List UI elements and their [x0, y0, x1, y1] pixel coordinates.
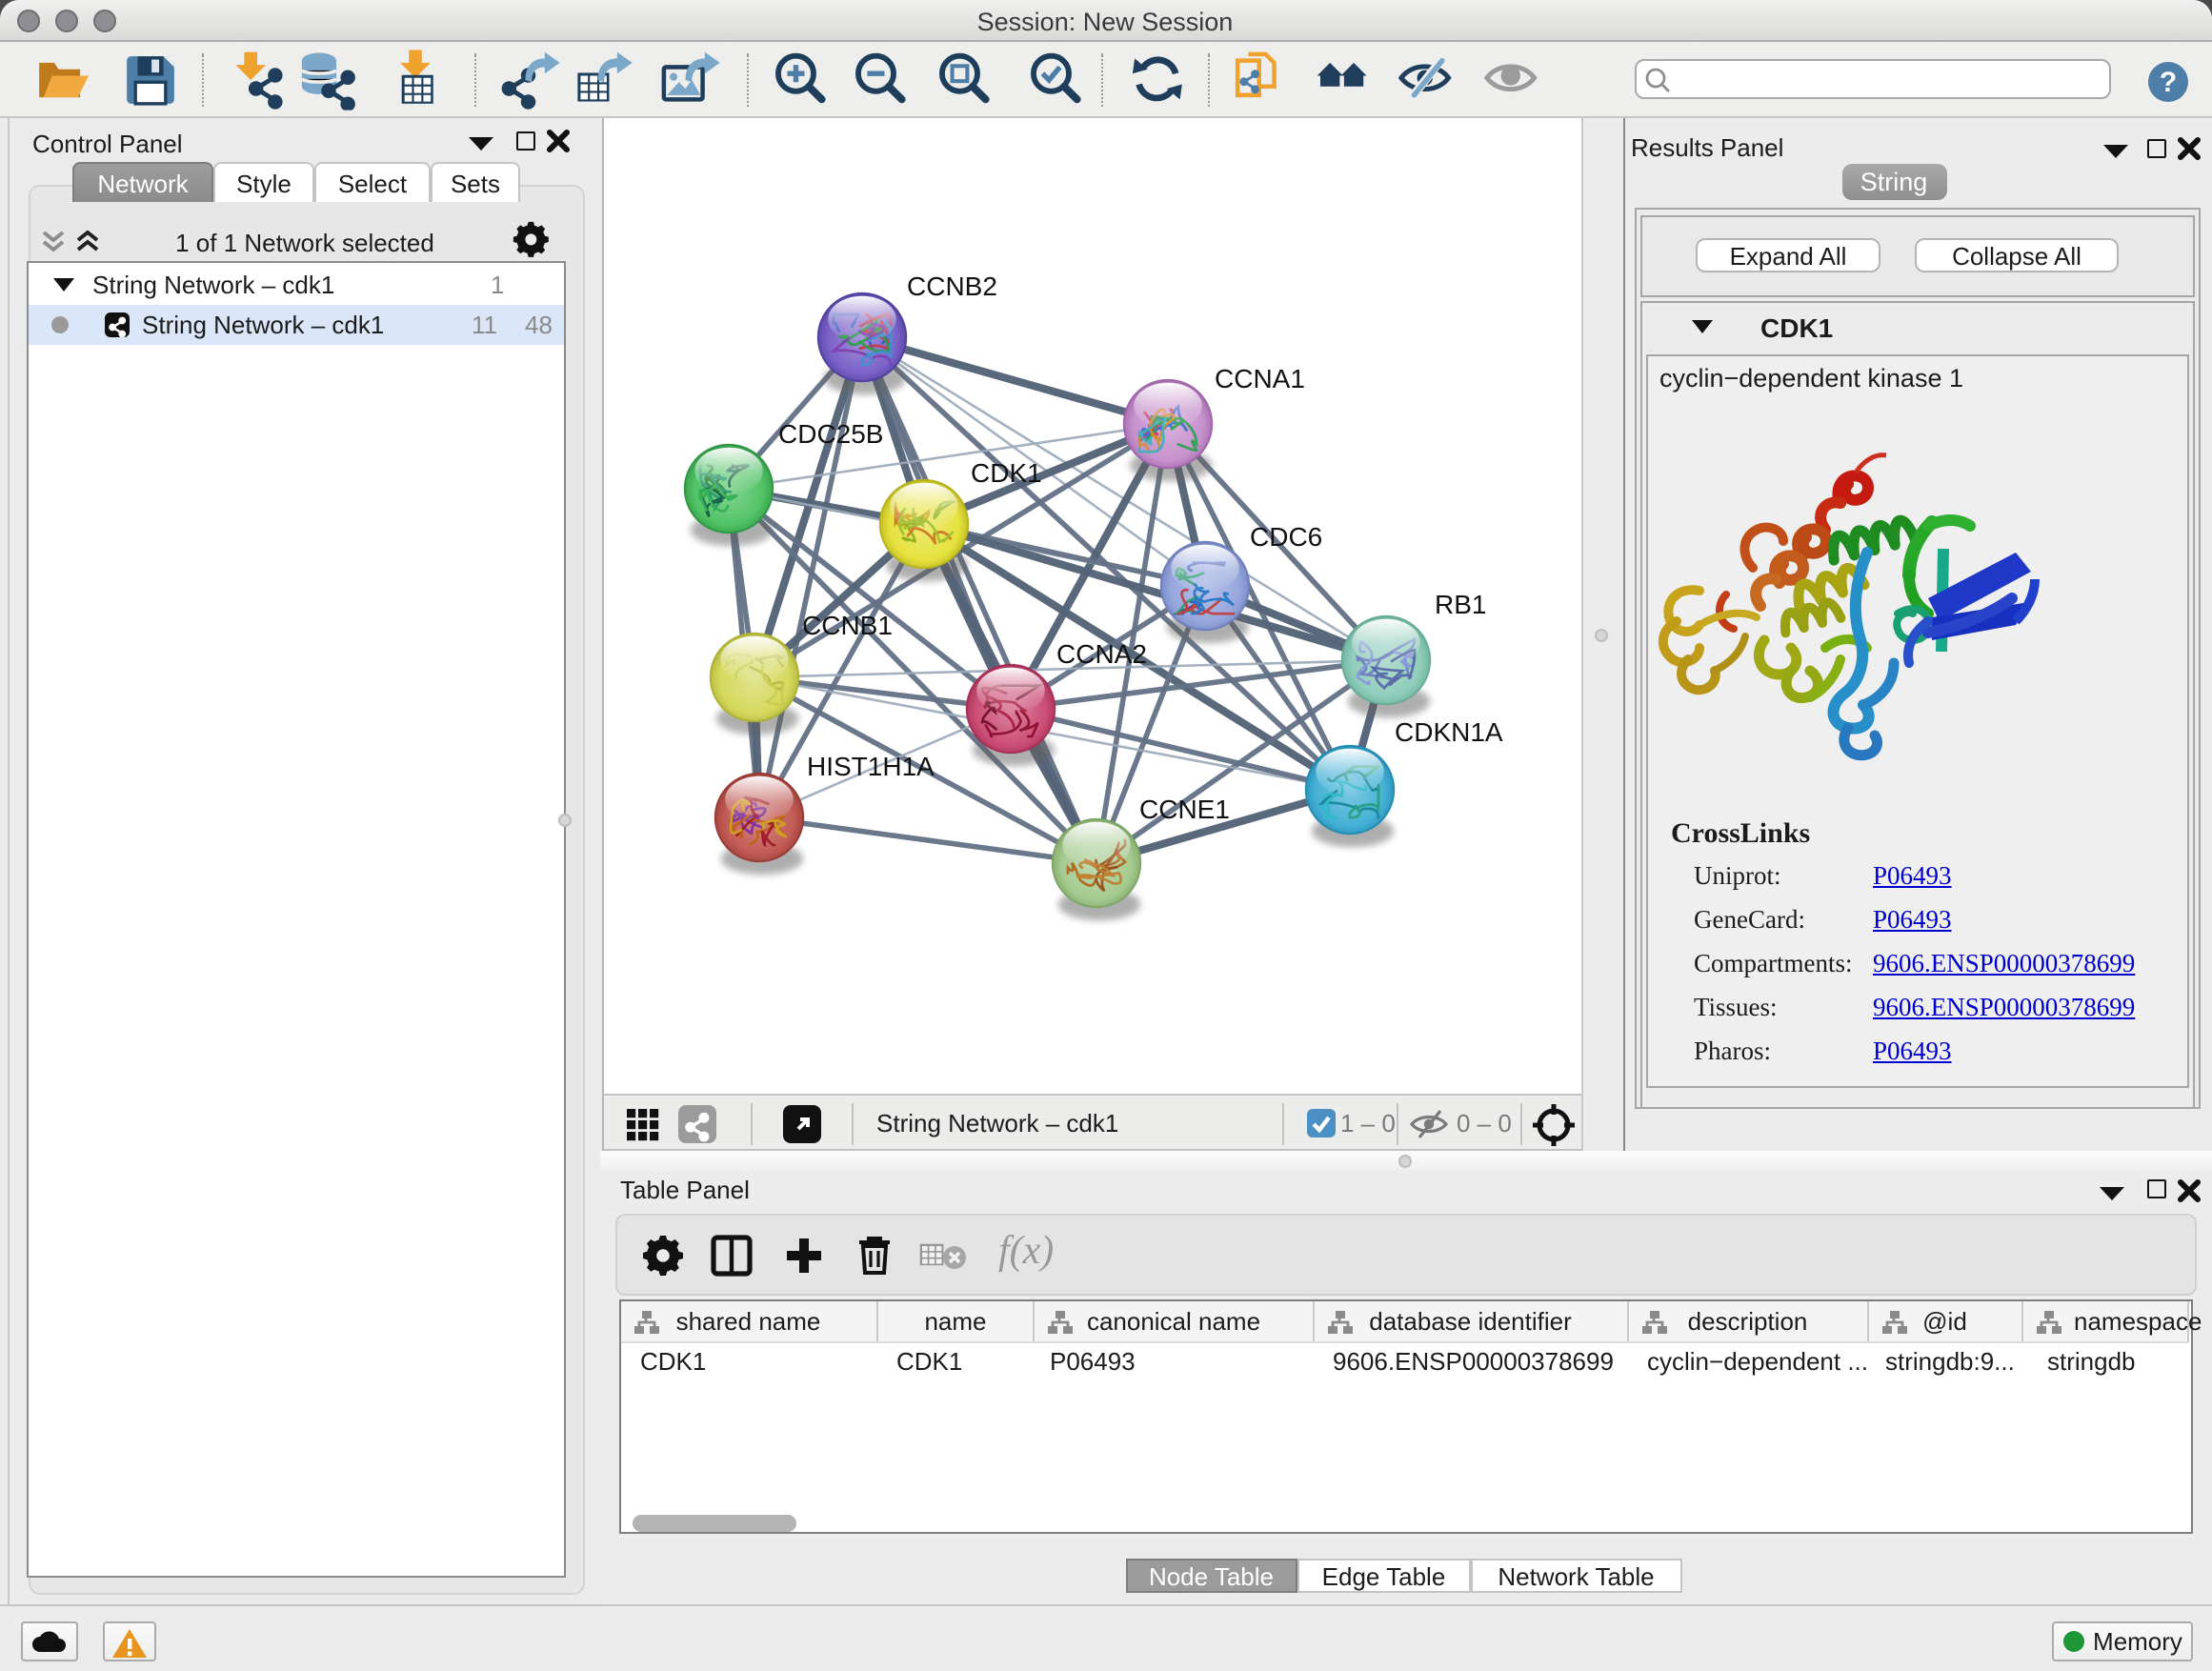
svg-text:CDKN1A: CDKN1A — [1395, 717, 1503, 747]
svg-text:CDC6: CDC6 — [1250, 522, 1322, 552]
svg-text:HIST1H1A: HIST1H1A — [807, 752, 935, 781]
svg-text:CCNB1: CCNB1 — [802, 611, 893, 640]
svg-text:CDK1: CDK1 — [971, 458, 1042, 488]
svg-text:CCNB2: CCNB2 — [907, 272, 997, 301]
svg-text:CCNE1: CCNE1 — [1139, 795, 1230, 824]
svg-text:RB1: RB1 — [1435, 590, 1486, 619]
svg-text:CCNA2: CCNA2 — [1056, 639, 1147, 669]
svg-text:CDC25B: CDC25B — [778, 419, 883, 449]
svg-text:CCNA1: CCNA1 — [1215, 364, 1305, 393]
svg-text:?: ? — [2160, 67, 2177, 98]
